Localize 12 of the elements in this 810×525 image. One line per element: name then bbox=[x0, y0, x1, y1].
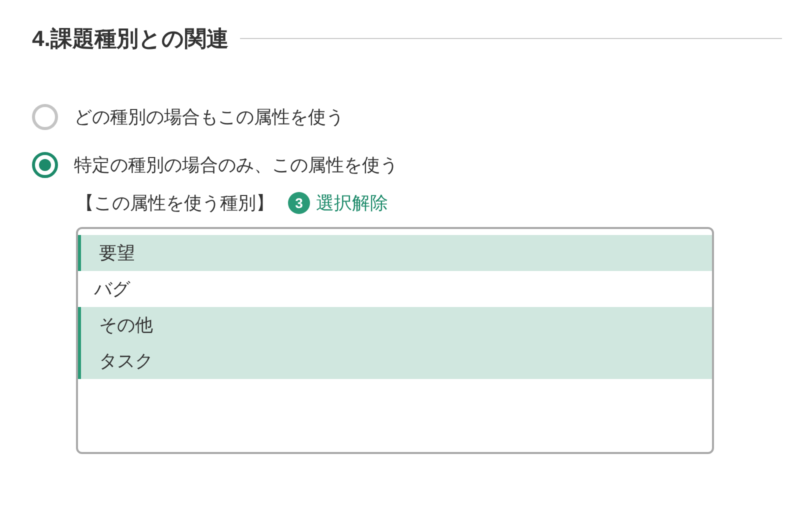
radio-option[interactable]: 特定の種別の場合のみ、この属性を使う bbox=[32, 151, 398, 179]
type-listbox[interactable]: 要望 バグ その他 タスク bbox=[76, 227, 714, 454]
list-item[interactable]: 要望 bbox=[78, 235, 712, 271]
list-label: 【この属性を使う種別】 bbox=[76, 192, 274, 214]
list-item[interactable]: その他 bbox=[78, 307, 712, 343]
list-item[interactable]: タスク bbox=[78, 343, 712, 379]
count-badge: 3 bbox=[288, 192, 310, 214]
clear-selection-link[interactable]: 選択解除 bbox=[316, 190, 388, 216]
radio-button[interactable] bbox=[32, 104, 58, 130]
section-title: 4.課題種別との関連 bbox=[32, 25, 228, 53]
radio-button[interactable] bbox=[32, 152, 58, 178]
radio-option[interactable]: どの種別の場合もこの属性を使う bbox=[32, 103, 344, 131]
